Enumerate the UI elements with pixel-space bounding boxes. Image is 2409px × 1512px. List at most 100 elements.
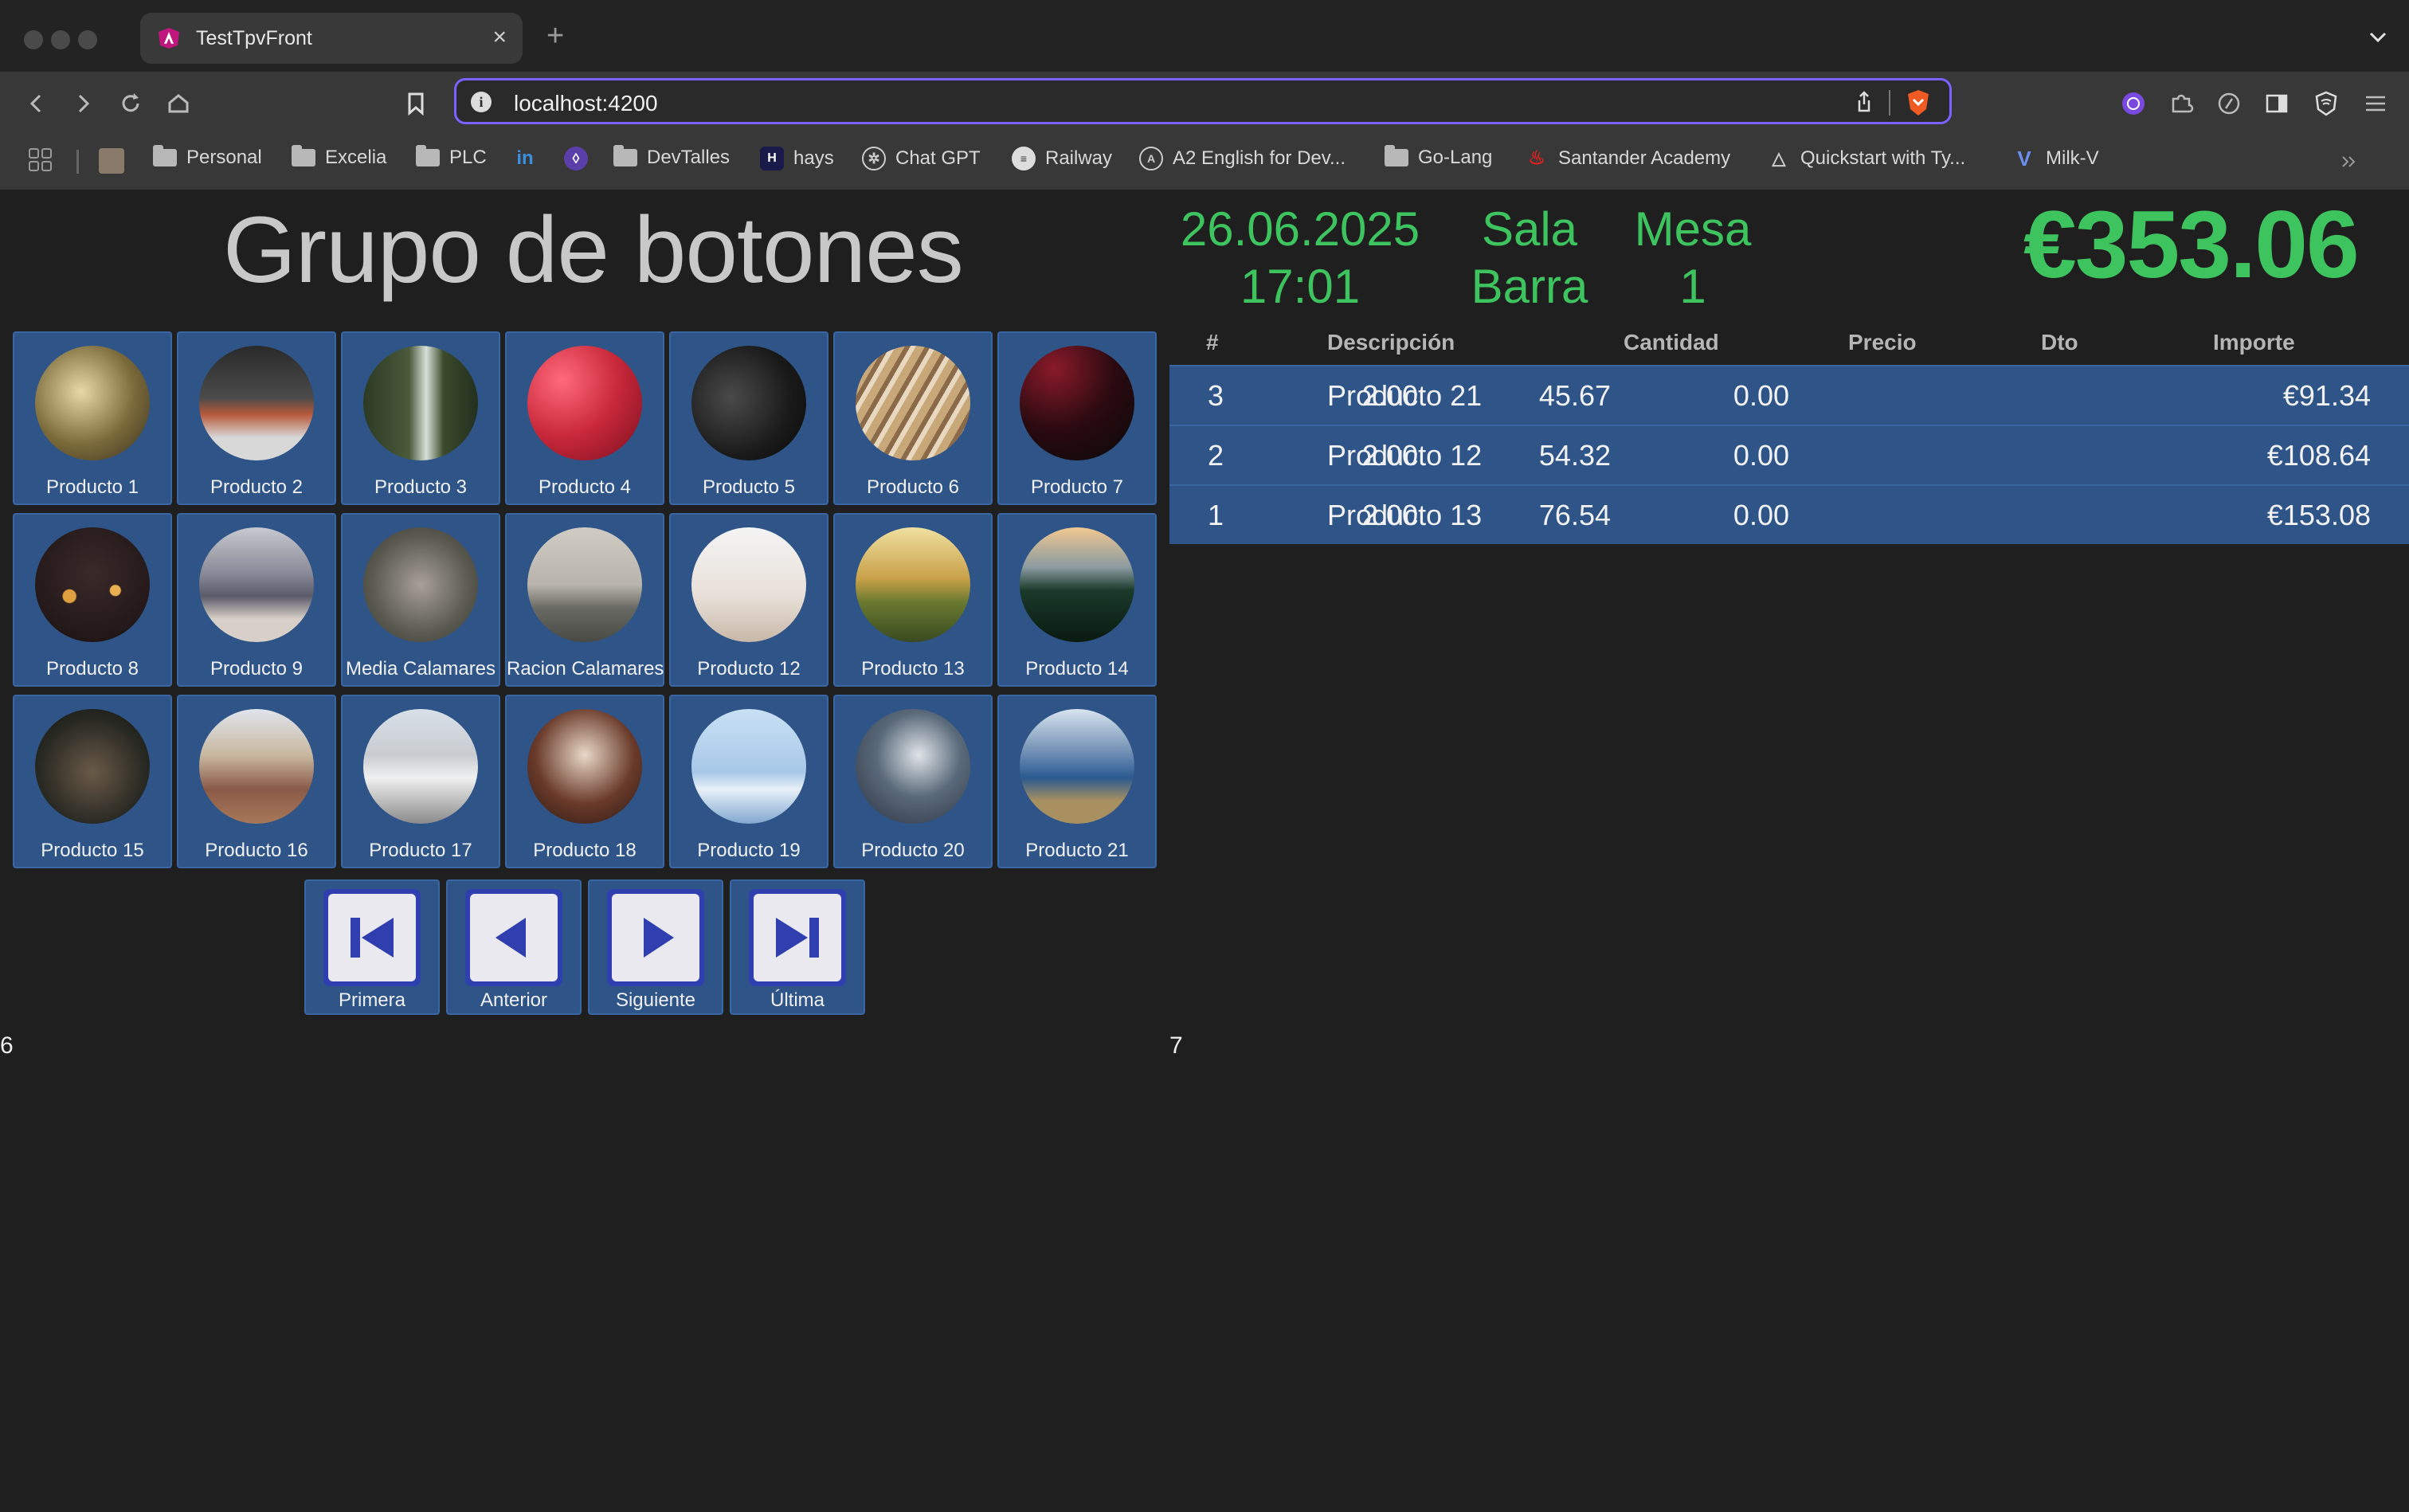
pager-icon-frame: [607, 889, 704, 986]
product-button[interactable]: Producto 18: [505, 695, 664, 868]
bookmark-excelia[interactable]: Excelia: [292, 145, 386, 169]
product-button[interactable]: Producto 16: [177, 695, 336, 868]
product-button[interactable]: Producto 21: [997, 695, 1157, 868]
pager-icon-bg: [328, 894, 416, 981]
bookmark-go-lang[interactable]: Go-Lang: [1385, 145, 1492, 169]
minimize-window-button[interactable]: [51, 30, 70, 49]
product-button[interactable]: Producto 15: [13, 695, 172, 868]
bookmark-devtalles[interactable]: DevTalles: [613, 145, 730, 169]
time-text: 17:01: [1240, 260, 1361, 313]
cell-amount: €108.64: [2266, 439, 2371, 472]
reload-icon[interactable]: [113, 86, 148, 121]
angular-icon: [159, 28, 179, 49]
bookmark-personal[interactable]: Personal: [153, 145, 262, 169]
product-image: [199, 527, 314, 642]
product-button[interactable]: Media Calamares: [341, 513, 500, 687]
bookmark-railway[interactable]: ≡ Railway: [1012, 147, 1112, 170]
product-button[interactable]: Producto 4: [505, 331, 664, 505]
product-button[interactable]: Producto 5: [669, 331, 828, 505]
bookmark-a2-english[interactable]: A A2 English for Dev...: [1139, 147, 1346, 170]
first-page-button[interactable]: Primera: [304, 879, 440, 1015]
table-row[interactable]: 1 Producto 13 2.00 76.54 0.00 €153.08: [1169, 484, 2409, 544]
first-page-icon: [351, 918, 394, 958]
quickstart-icon: △: [1772, 148, 1786, 168]
product-image: [527, 527, 642, 642]
product-image: [35, 346, 150, 460]
wallet-shield-icon[interactable]: [2310, 88, 2342, 119]
table-row[interactable]: 2 Producto 12 2.00 54.32 0.00 €108.64: [1169, 425, 2409, 484]
url-text[interactable]: localhost:4200: [514, 91, 658, 116]
close-icon[interactable]: ×: [492, 24, 507, 51]
product-button[interactable]: Producto 9: [177, 513, 336, 687]
pager-icon-bg: [612, 894, 699, 981]
product-button[interactable]: Producto 1: [13, 331, 172, 505]
product-button[interactable]: Producto 12: [669, 513, 828, 687]
cell-amount: €91.34: [2282, 379, 2371, 412]
mesa-display: Mesa 1: [1625, 201, 1761, 315]
close-window-button[interactable]: [24, 30, 43, 49]
table-row[interactable]: 3 Producto 21 2.00 45.67 0.00 €91.34: [1169, 365, 2409, 425]
next-page-button[interactable]: Siguiente: [588, 879, 723, 1015]
apps-grid-icon[interactable]: [27, 147, 54, 174]
product-button[interactable]: Producto 6: [833, 331, 993, 505]
maximize-window-button[interactable]: [78, 30, 97, 49]
bookmark-icon[interactable]: [398, 86, 433, 121]
home-icon[interactable]: [161, 86, 196, 121]
new-tab-button[interactable]: +: [546, 21, 564, 51]
bookmark-shield[interactable]: ◊: [564, 147, 588, 170]
product-image: [527, 346, 642, 460]
menu-icon[interactable]: [2360, 88, 2391, 119]
cell-discount: 0.00: [1733, 499, 1789, 531]
date-text: 26.06.2025: [1180, 202, 1420, 256]
site-info-icon[interactable]: i: [471, 92, 492, 112]
bookmark-linkedin[interactable]: in: [513, 147, 537, 170]
previous-page-button[interactable]: Anterior: [446, 879, 582, 1015]
product-button[interactable]: Producto 13: [833, 513, 993, 687]
sala-label: Sala: [1481, 202, 1578, 256]
back-icon[interactable]: [19, 86, 54, 121]
folder-icon: [1385, 145, 1408, 166]
bookmark-quickstart[interactable]: △ Quickstart with Ty...: [1767, 147, 1966, 170]
product-button[interactable]: Producto 2: [177, 331, 336, 505]
product-image: [35, 709, 150, 824]
more-bookmarks-icon[interactable]: [2337, 150, 2361, 174]
product-image: [1020, 346, 1134, 460]
bookmark-chatgpt[interactable]: ✲ Chat GPT: [862, 147, 981, 170]
linkedin-icon: in: [516, 147, 534, 169]
product-button[interactable]: Producto 19: [669, 695, 828, 868]
sala-display: Sala Barra: [1466, 201, 1593, 315]
bookmark-milk-v[interactable]: V Milk-V: [2012, 147, 2098, 170]
bookmark-santander[interactable]: ♨ Santander Academy: [1525, 147, 1730, 170]
browser-tab[interactable]: TestTpvFront ×: [140, 13, 523, 64]
product-button[interactable]: Producto 7: [997, 331, 1157, 505]
column-header-description: Descripción: [1327, 330, 1455, 354]
cell-quantity: 2.00: [1361, 439, 1418, 472]
forward-icon[interactable]: [65, 86, 100, 121]
brave-shield-icon[interactable]: [1905, 88, 1932, 117]
address-bar[interactable]: i localhost:4200: [454, 78, 1952, 124]
product-image: [856, 346, 970, 460]
tpv-app: Grupo de botones 26.06.2025 17:01 Sala B…: [0, 190, 2409, 1512]
cell-price: 76.54: [1538, 499, 1611, 531]
vpn-extension-icon[interactable]: [2117, 88, 2149, 119]
hays-icon: H: [760, 147, 784, 170]
product-button[interactable]: Producto 3: [341, 331, 500, 505]
bookmark-plc[interactable]: PLC: [416, 145, 487, 169]
table-header: # Descripción Cantidad Precio Dto Import…: [1169, 325, 2409, 365]
last-page-button[interactable]: Última: [730, 879, 865, 1015]
product-image: [199, 709, 314, 824]
extensions-icon[interactable]: [2165, 88, 2197, 119]
product-button[interactable]: Racion Calamares: [505, 513, 664, 687]
share-icon[interactable]: [1852, 90, 1876, 114]
product-button[interactable]: Producto 14: [997, 513, 1157, 687]
product-button[interactable]: Producto 8: [13, 513, 172, 687]
leo-ai-icon[interactable]: [2213, 88, 2245, 119]
bookmark-hays[interactable]: Hhays: [760, 147, 834, 170]
cell-discount: 0.00: [1733, 439, 1789, 472]
profile-bookmark-icon[interactable]: [99, 148, 124, 174]
shield-icon: ◊: [564, 147, 588, 170]
chevron-down-icon[interactable]: [2364, 24, 2391, 51]
product-button[interactable]: Producto 17: [341, 695, 500, 868]
product-button[interactable]: Producto 20: [833, 695, 993, 868]
sidebar-icon[interactable]: [2261, 88, 2293, 119]
